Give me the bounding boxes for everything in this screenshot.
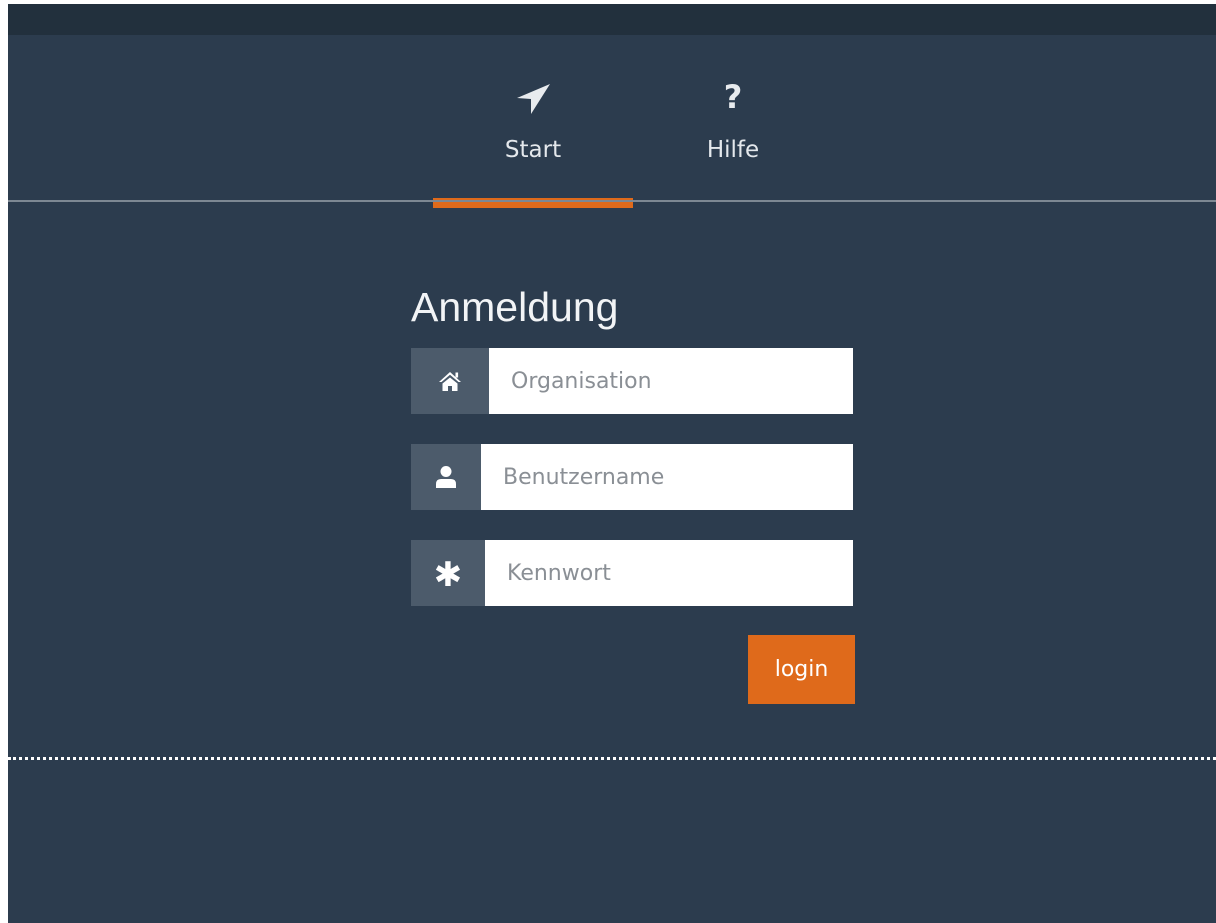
tab-start-label: Start [504, 137, 562, 163]
organisation-field [411, 348, 853, 414]
user-icon [411, 444, 481, 510]
question-mark-icon: ? [723, 78, 743, 116]
password-field: ✱ [411, 540, 853, 606]
app-window: Start ? Hilfe Anmeldung Organisation Ben… [8, 4, 1216, 923]
asterisk-icon: ✱ [411, 540, 485, 606]
tab-help[interactable]: ? Hilfe [633, 35, 833, 200]
location-arrow-icon [433, 82, 633, 116]
username-input[interactable] [481, 444, 853, 510]
login-form: Anmeldung ✱ [411, 282, 861, 704]
login-button[interactable]: login [748, 635, 855, 704]
login-title: Anmeldung [411, 284, 619, 330]
organisation-input[interactable] [489, 348, 853, 414]
nav-divider [8, 200, 1216, 202]
dotted-divider [8, 757, 1216, 760]
top-bar [8, 4, 1216, 35]
main-navigation: Start ? Hilfe [8, 35, 1216, 208]
username-field [411, 444, 853, 510]
home-icon [411, 348, 489, 414]
tab-start[interactable]: Start [433, 35, 633, 208]
password-input[interactable] [485, 540, 853, 606]
tab-help-label: Hilfe [706, 137, 760, 163]
